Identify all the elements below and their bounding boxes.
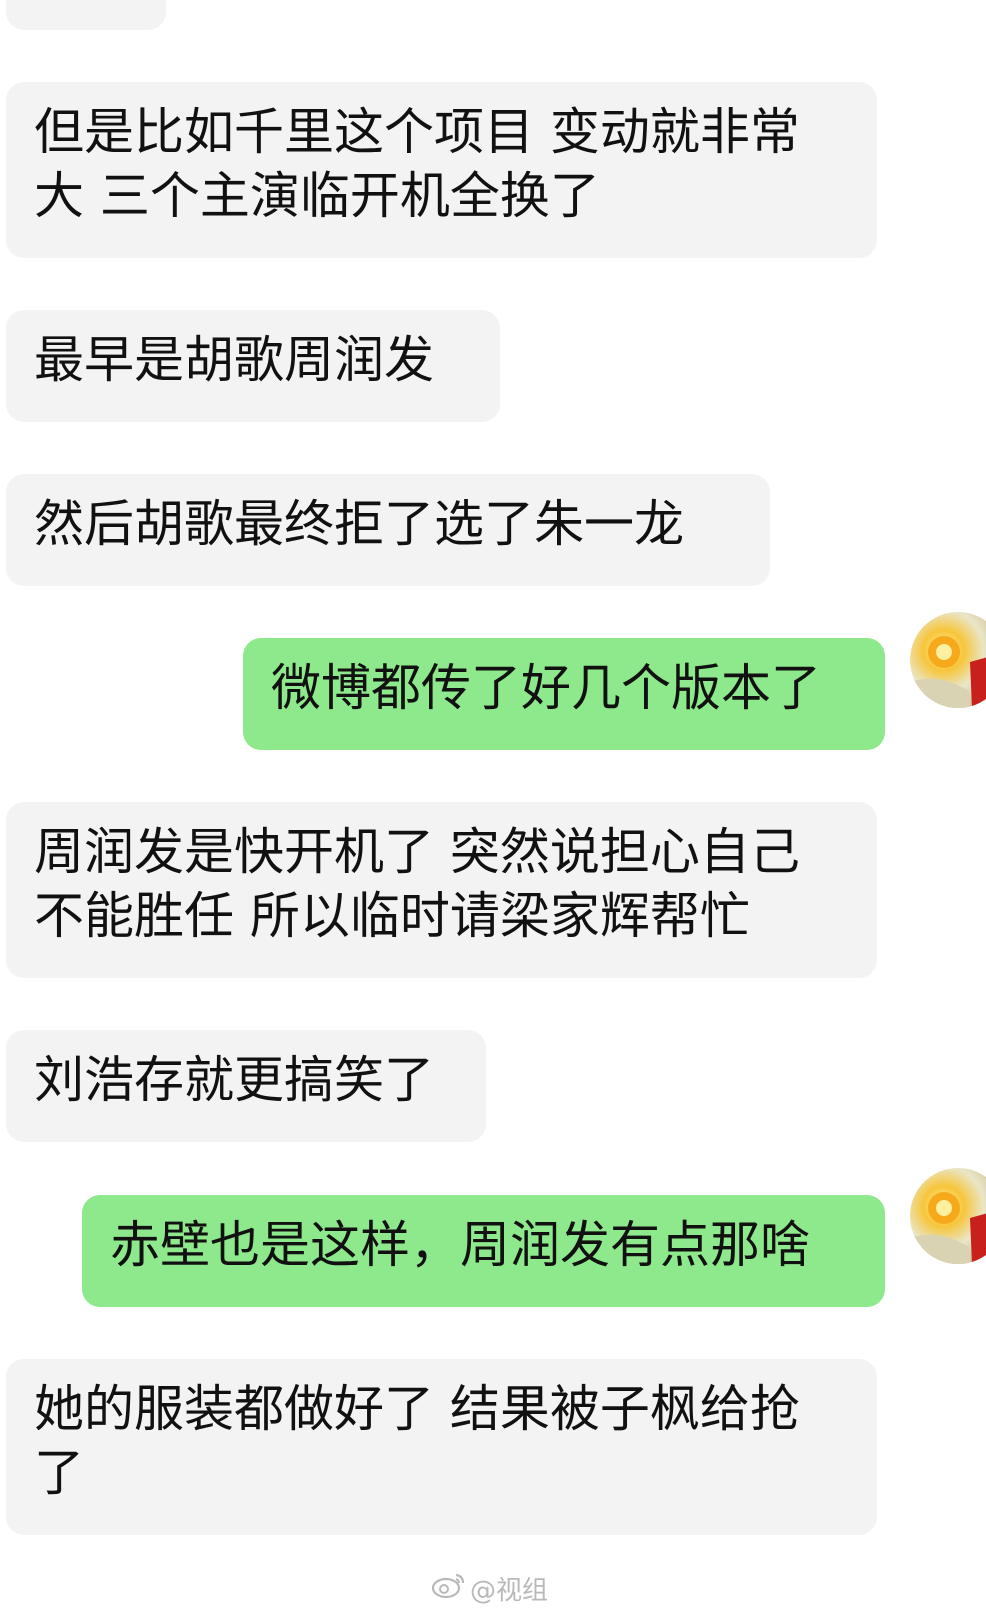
user-avatar-icon[interactable] xyxy=(910,1168,986,1264)
message-bubble-outgoing[interactable]: 赤壁也是这样，周润发有点那啥 xyxy=(82,1195,885,1307)
message-bubble-incoming[interactable]: 最早是胡歌周润发 xyxy=(6,310,500,422)
chat-area[interactable]: 但是比如千里这个项目 变动就非常大 三个主演临开机全换了 最早是胡歌周润发 然后… xyxy=(0,0,986,1612)
watermark: @视组 xyxy=(431,1570,549,1607)
message-bubble-incoming[interactable]: 刘浩存就更搞笑了 xyxy=(6,1030,486,1142)
message-bubble-incoming[interactable]: 但是比如千里这个项目 变动就非常大 三个主演临开机全换了 xyxy=(6,82,877,258)
message-bubble-outgoing[interactable]: 微博都传了好几个版本了 xyxy=(243,638,885,750)
message-bubble-incoming[interactable]: 然后胡歌最终拒了选了朱一龙 xyxy=(6,474,770,586)
watermark-text: @视组 xyxy=(470,1576,549,1606)
message-bubble-incoming[interactable]: 周润发是快开机了 突然说担心自己不能胜任 所以临时请梁家辉帮忙 xyxy=(6,802,877,978)
message-bubble-incoming[interactable]: 她的服装都做好了 结果被子枫给抢了 xyxy=(6,1359,877,1535)
partial-message-bubble xyxy=(6,0,166,30)
weibo-logo-icon xyxy=(431,1571,466,1606)
user-avatar-icon[interactable] xyxy=(910,612,986,708)
